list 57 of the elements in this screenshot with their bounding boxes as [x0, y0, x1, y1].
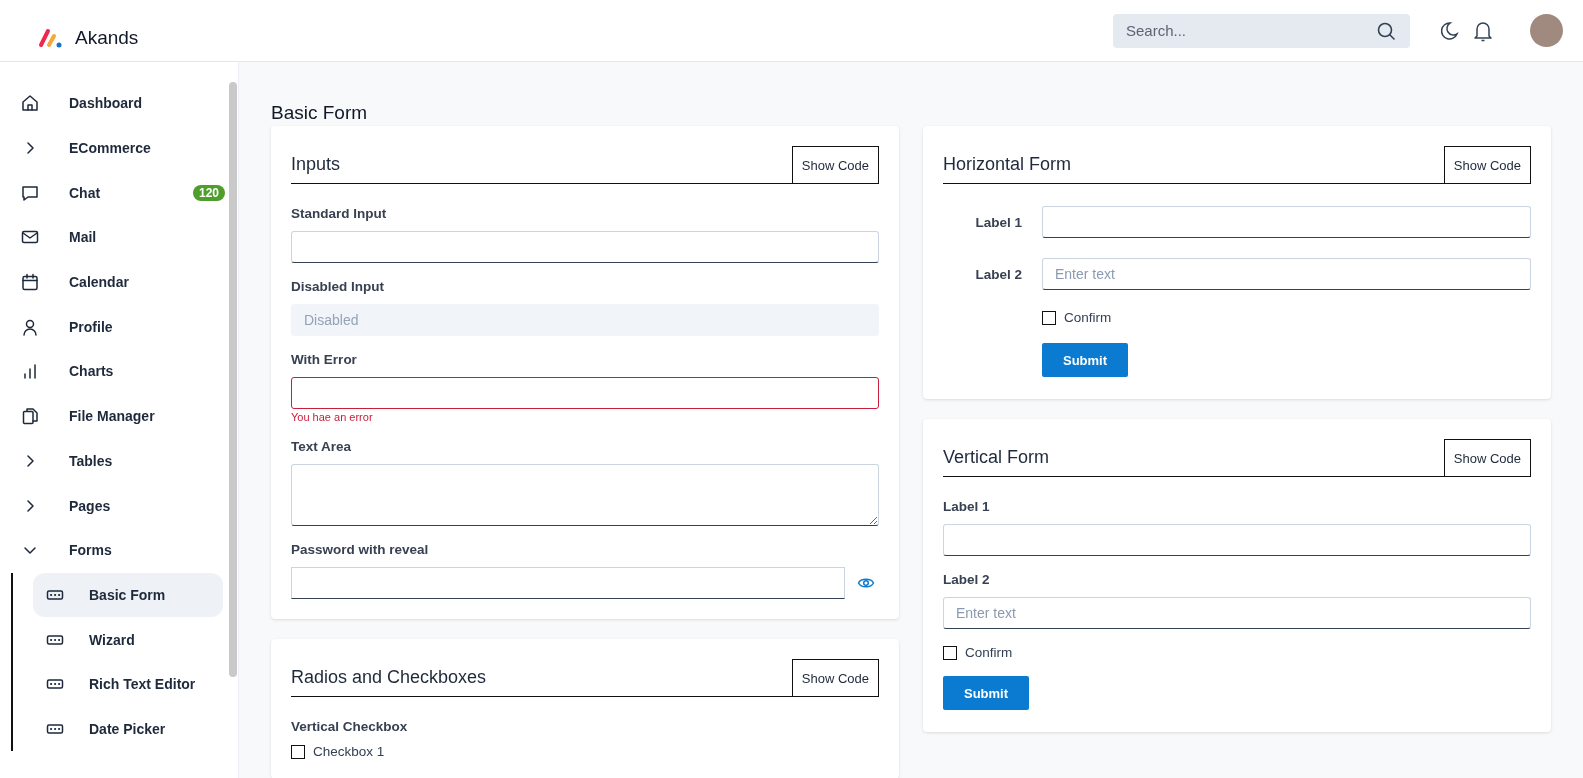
scrollbar[interactable] — [229, 82, 237, 677]
nav-item[interactable]: File Manager — [20, 393, 225, 439]
show-code-button[interactable]: Show Code — [791, 146, 879, 183]
field-label: Label 1 — [975, 214, 1022, 230]
brand-name: Akands — [75, 26, 139, 49]
card-title: Vertical Form — [943, 447, 1051, 468]
nav-item[interactable]: Forms — [20, 527, 225, 573]
card-title: Inputs — [291, 154, 342, 175]
field-label: Disabled Input — [291, 279, 385, 294]
documents-icon — [20, 406, 40, 427]
nav-item[interactable]: Calendar — [20, 259, 225, 305]
card-title: Radios and Checkboxes — [291, 667, 488, 688]
nav-item[interactable]: Basic Form — [33, 572, 223, 618]
search-field[interactable]: Search... — [1113, 13, 1410, 48]
error-message: You hae an error — [291, 411, 374, 423]
checkbox[interactable] — [291, 744, 305, 759]
moon-icon[interactable] — [1438, 19, 1460, 42]
show-code-button[interactable]: Show Code — [1443, 146, 1531, 183]
avatar[interactable] — [1530, 14, 1563, 47]
count-badge: 120 — [192, 184, 225, 201]
checkbox-label: Confirm — [965, 645, 1013, 660]
field-label: With Error — [291, 352, 358, 367]
nav-item[interactable]: Profile — [20, 304, 225, 350]
checkbox-label: Checkbox 1 — [313, 744, 385, 759]
input-field[interactable] — [291, 377, 879, 409]
submit-button[interactable]: Submit — [1042, 343, 1128, 377]
search-icon[interactable] — [1376, 20, 1396, 41]
nav-item[interactable]: Mail — [20, 215, 225, 260]
home-icon — [20, 93, 40, 114]
field-label: Password with reveal — [291, 542, 430, 557]
nav-item[interactable]: Wizard — [33, 617, 223, 662]
submit-button[interactable]: Submit — [943, 676, 1029, 710]
checkbox[interactable] — [1042, 310, 1056, 325]
show-code-button[interactable]: Show Code — [791, 659, 879, 696]
nav-item[interactable]: Pages — [20, 483, 225, 528]
nav-item[interactable]: Rich Text Editor — [33, 661, 223, 707]
page-title: Basic Form — [271, 102, 369, 124]
group-label: Vertical Checkbox — [291, 719, 409, 734]
nav-item[interactable]: Dashboard — [20, 81, 225, 126]
show-code-button[interactable]: Show Code — [1443, 439, 1531, 476]
checkbox[interactable] — [943, 645, 957, 660]
field-label: Text Area — [291, 439, 353, 454]
nav-item[interactable]: Tables — [20, 438, 225, 484]
field-label: Standard Input — [291, 206, 388, 221]
field-label: Label 2 — [943, 572, 991, 587]
nav-item[interactable]: Date Picker — [33, 706, 223, 752]
password-field[interactable] — [291, 567, 845, 599]
card-title: Horizontal Form — [943, 154, 1073, 175]
logo-icon — [38, 26, 62, 49]
field-label: Label 1 — [943, 499, 991, 514]
field-label: Label 2 — [975, 266, 1022, 282]
eye-icon[interactable] — [857, 576, 875, 590]
nav-item[interactable]: Chat 120 — [20, 170, 225, 216]
calendar-icon — [20, 272, 40, 293]
checkbox-label: Confirm — [1064, 310, 1112, 325]
nav-item[interactable]: ECommerce — [20, 125, 225, 171]
nav-item[interactable]: Charts — [20, 349, 225, 394]
